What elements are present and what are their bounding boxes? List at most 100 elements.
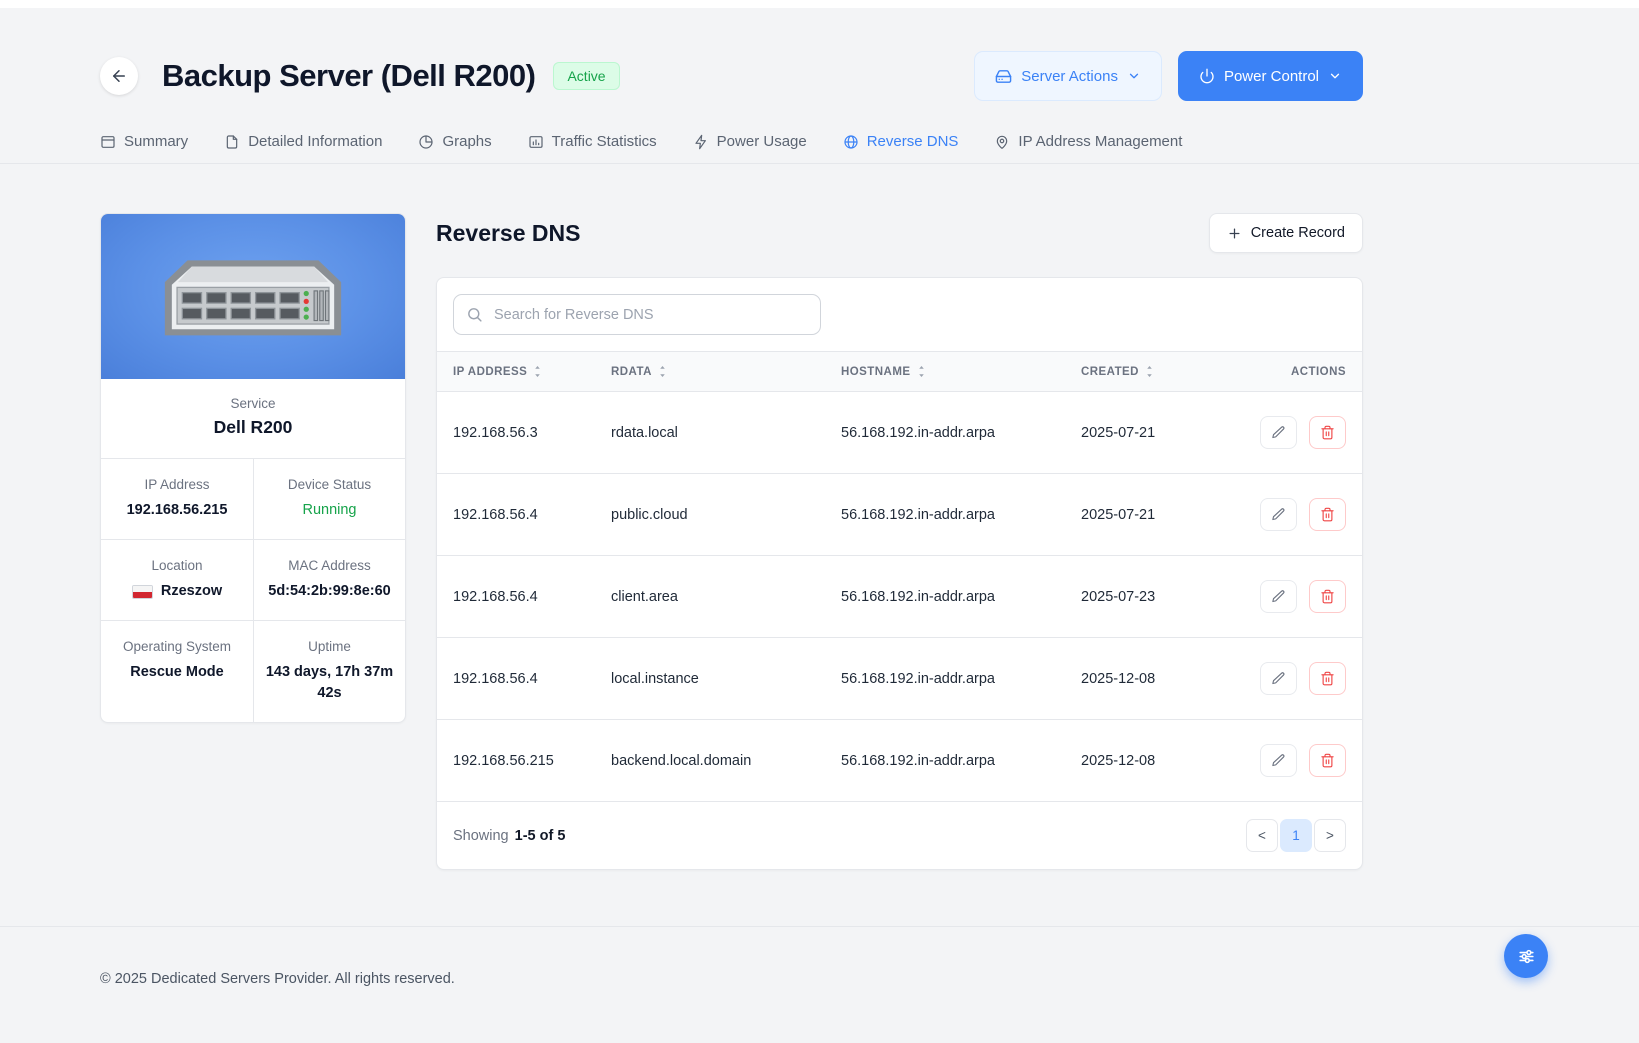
table-row: 192.168.56.4 local.instance 56.168.192.i… [437,638,1362,720]
location-value: Rzeszow [161,581,222,602]
chevron-down-icon [1328,69,1342,83]
back-button[interactable] [100,57,138,95]
reverse-dns-table: IP Address RDATA Hostname Created [437,351,1362,802]
top-bar [0,0,1639,8]
server-actions-label: Server Actions [1021,68,1118,85]
trash-icon [1320,589,1335,604]
location-label: Location [111,558,243,573]
tab-summary[interactable]: Summary [100,133,188,150]
sliders-icon [1517,947,1536,966]
column-header-created[interactable]: Created [1073,352,1248,392]
delete-record-button[interactable] [1309,498,1346,531]
table-footer: Showing1-5 of 5 < 1 > [437,802,1362,869]
cell-hostname: 56.168.192.in-addr.arpa [833,638,1073,720]
table-row: 192.168.56.215 backend.local.domain 56.1… [437,720,1362,802]
cell-ip: 192.168.56.4 [437,638,603,720]
lightning-icon [693,134,709,150]
cell-created: 2025-07-21 [1073,392,1248,474]
showing-status: Showing1-5 of 5 [453,828,565,844]
table-row: 192.168.56.4 client.area 56.168.192.in-a… [437,556,1362,638]
pagination-next-button[interactable]: > [1314,819,1346,852]
tab-label: Detailed Information [248,133,382,150]
pagination-page-1[interactable]: 1 [1280,819,1312,852]
column-header-ip-address[interactable]: IP Address [437,352,603,392]
cell-created: 2025-07-21 [1073,474,1248,556]
page: Backup Server (Dell R200) Active Server … [0,0,1639,1043]
tab-power-usage[interactable]: Power Usage [693,133,807,150]
search-input[interactable] [453,294,821,335]
power-control-button[interactable]: Power Control [1178,51,1363,101]
power-icon [1199,68,1215,84]
pie-chart-icon [418,134,434,150]
device-status-label: Device Status [264,477,395,492]
edit-record-button[interactable] [1260,416,1297,449]
poland-flag-icon [132,585,153,599]
uptime-label: Uptime [264,639,395,654]
cell-ip: 192.168.56.215 [437,720,603,802]
ip-address-cell: IP Address 192.168.56.215 [101,458,253,539]
device-status-value: Running [264,500,395,521]
tab-label: Summary [124,133,188,150]
device-status-cell: Device Status Running [253,458,405,539]
mac-address-label: MAC Address [264,558,395,573]
settings-fab-button[interactable] [1504,934,1548,978]
bar-chart-icon [528,134,544,150]
cell-rdata: backend.local.domain [603,720,833,802]
sort-icon[interactable] [916,365,927,378]
sort-icon[interactable] [657,365,668,378]
tab-traffic-statistics[interactable]: Traffic Statistics [528,133,657,150]
sort-icon[interactable] [532,365,543,378]
server-actions-button[interactable]: Server Actions [974,51,1162,101]
edit-record-button[interactable] [1260,580,1297,613]
trash-icon [1320,671,1335,686]
tab-bar: Summary Detailed Information Graphs Traf… [0,133,1639,164]
create-record-button[interactable]: Create Record [1209,213,1363,253]
cell-ip: 192.168.56.4 [437,556,603,638]
chevron-down-icon [1127,69,1141,83]
pencil-icon [1271,589,1286,604]
uptime-cell: Uptime 143 days, 17h 37m 42s [253,620,405,722]
location-cell: Location Rzeszow [101,539,253,620]
mac-address-value: 5d:54:2b:99:8e:60 [264,581,395,602]
column-header-hostname[interactable]: Hostname [833,352,1073,392]
cell-rdata: client.area [603,556,833,638]
tab-label: Graphs [442,133,491,150]
edit-record-button[interactable] [1260,744,1297,777]
service-label: Service [113,396,393,411]
hard-drive-icon [995,68,1012,85]
delete-record-button[interactable] [1309,416,1346,449]
column-header-actions: Actions [1248,352,1362,392]
pagination-prev-button[interactable]: < [1246,819,1278,852]
operating-system-value: Rescue Mode [111,662,243,683]
edit-record-button[interactable] [1260,498,1297,531]
power-control-label: Power Control [1224,68,1319,85]
document-icon [224,134,240,150]
sort-icon[interactable] [1144,365,1155,378]
operating-system-label: Operating System [111,639,243,654]
column-header-rdata[interactable]: RDATA [603,352,833,392]
tab-ip-address-management[interactable]: IP Address Management [994,133,1182,150]
tab-reverse-dns[interactable]: Reverse DNS [843,133,959,150]
service-name: Dell R200 [113,417,393,438]
tab-graphs[interactable]: Graphs [418,133,491,150]
delete-record-button[interactable] [1309,744,1346,777]
edit-record-button[interactable] [1260,662,1297,695]
trash-icon [1320,425,1335,440]
cell-created: 2025-12-08 [1073,720,1248,802]
service-block: Service Dell R200 [101,379,405,458]
tab-label: Traffic Statistics [552,133,657,150]
cell-created: 2025-07-23 [1073,556,1248,638]
tab-detailed-information[interactable]: Detailed Information [224,133,382,150]
delete-record-button[interactable] [1309,580,1346,613]
cell-ip: 192.168.56.3 [437,392,603,474]
page-title: Backup Server (Dell R200) [162,58,535,94]
arrow-left-icon [110,67,128,85]
cell-ip: 192.168.56.4 [437,474,603,556]
tab-label: IP Address Management [1018,133,1182,150]
delete-record-button[interactable] [1309,662,1346,695]
operating-system-cell: Operating System Rescue Mode [101,620,253,722]
search-box [453,294,821,335]
copyright-text: © 2025 Dedicated Servers Provider. All r… [100,971,1363,987]
server-illustration [101,214,405,379]
reverse-dns-section: Reverse DNS Create Record [436,213,1363,870]
